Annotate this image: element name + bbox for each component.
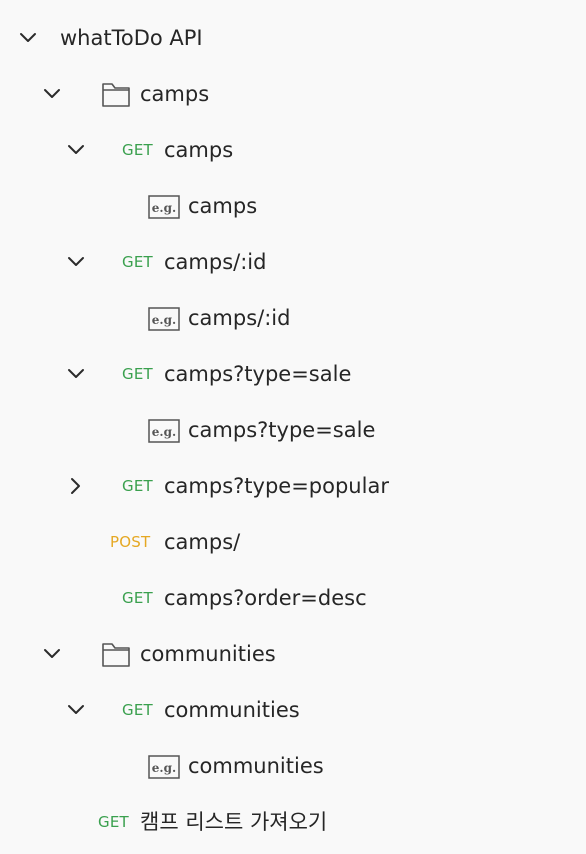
example-icon: e.g. (148, 195, 180, 219)
request-label: camps/ (164, 530, 241, 554)
chevron-down-icon[interactable] (66, 140, 86, 160)
example-label: camps/:id (188, 306, 291, 330)
chevron-down-icon[interactable] (66, 364, 86, 384)
svg-text:e.g.: e.g. (152, 425, 176, 439)
example-icon: e.g. (148, 419, 180, 443)
request-row-camps-id[interactable]: GET camps/:id (0, 234, 586, 290)
request-label: camps?type=popular (164, 474, 389, 498)
method-badge: GET (122, 701, 153, 719)
folder-row-camps[interactable]: camps (0, 66, 586, 122)
request-label: camps?order=desc (164, 586, 367, 610)
request-row-camps-popular[interactable]: GET camps?type=popular (0, 458, 586, 514)
method-badge: GET (98, 813, 129, 831)
svg-text:e.g.: e.g. (152, 761, 176, 775)
chevron-down-icon[interactable] (42, 84, 62, 104)
folder-icon (102, 643, 130, 667)
chevron-down-icon[interactable] (66, 700, 86, 720)
method-badge: GET (122, 141, 153, 159)
request-row-communities[interactable]: GET communities (0, 682, 586, 738)
request-label: camps (164, 138, 234, 162)
method-badge: GET (122, 365, 153, 383)
method-badge: GET (122, 477, 153, 495)
request-row-camp-list[interactable]: GET 캠프 리스트 가져오기 (0, 794, 586, 850)
example-label: communities (188, 754, 324, 778)
request-label: 캠프 리스트 가져오기 (140, 810, 328, 834)
request-row-camps-post[interactable]: POST camps/ (0, 514, 586, 570)
collection-tree: whatToDo API camps GET camps e.g. camps … (0, 0, 586, 854)
request-row-camps-sale[interactable]: GET camps?type=sale (0, 346, 586, 402)
request-label: camps?type=sale (164, 362, 352, 386)
svg-text:e.g.: e.g. (152, 201, 176, 215)
example-row-camps-id[interactable]: e.g. camps/:id (0, 290, 586, 346)
request-label: communities (164, 698, 300, 722)
request-label: camps/:id (164, 250, 267, 274)
chevron-down-icon[interactable] (42, 644, 62, 664)
example-label: camps (188, 194, 258, 218)
example-row-camps[interactable]: e.g. camps (0, 178, 586, 234)
example-label: camps?type=sale (188, 418, 376, 442)
request-row-camps[interactable]: GET camps (0, 122, 586, 178)
method-badge: GET (122, 253, 153, 271)
method-badge: GET (122, 589, 153, 607)
example-row-camps-sale[interactable]: e.g. camps?type=sale (0, 402, 586, 458)
collection-root-row[interactable]: whatToDo API (0, 10, 586, 66)
folder-label: communities (140, 642, 276, 666)
svg-text:e.g.: e.g. (152, 313, 176, 327)
example-icon: e.g. (148, 307, 180, 331)
chevron-down-icon[interactable] (66, 252, 86, 272)
folder-row-communities[interactable]: communities (0, 626, 586, 682)
method-badge: POST (110, 533, 151, 551)
folder-label: camps (140, 82, 210, 106)
request-row-camps-desc[interactable]: GET camps?order=desc (0, 570, 586, 626)
folder-icon (102, 83, 130, 107)
example-row-communities[interactable]: e.g. communities (0, 738, 586, 794)
chevron-right-icon[interactable] (66, 476, 86, 496)
chevron-down-icon[interactable] (18, 28, 38, 48)
example-icon: e.g. (148, 755, 180, 779)
collection-name: whatToDo API (60, 26, 203, 50)
